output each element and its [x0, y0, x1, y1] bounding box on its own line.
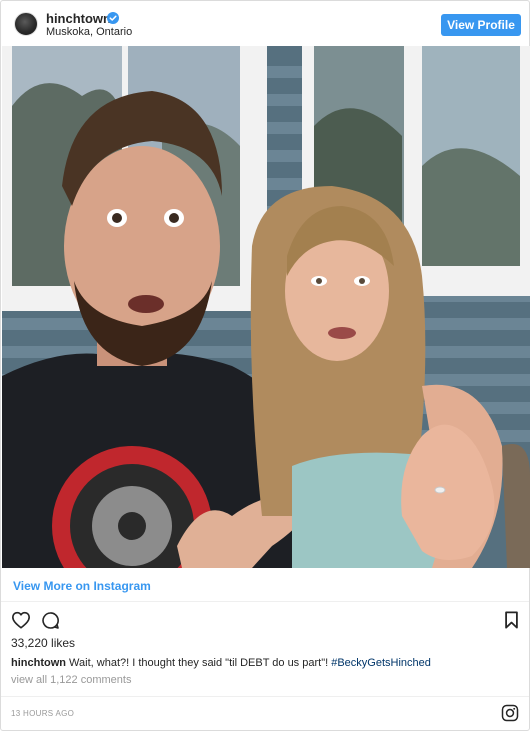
photo-image — [2, 46, 530, 568]
caption-username[interactable]: hinchtown — [11, 657, 66, 669]
view-more-on-instagram-link[interactable]: View More on Instagram — [13, 579, 151, 593]
verified-badge-icon — [107, 12, 119, 24]
view-profile-button[interactable]: View Profile — [441, 14, 521, 36]
post-header: hinchtown Muskoka, Ontario View Profile — [1, 1, 529, 47]
post-photo[interactable] — [2, 46, 530, 568]
caption-text: Wait, what?! I thought they said "til DE… — [66, 657, 332, 669]
instagram-embed-card: hinchtown Muskoka, Ontario View Profile — [0, 0, 530, 731]
caption-hashtag[interactable]: #BeckyGetsHinched — [331, 657, 431, 669]
avatar[interactable] — [14, 12, 38, 36]
likes-count[interactable]: 33,220 likes — [11, 636, 75, 650]
bookmark-icon[interactable] — [504, 611, 519, 629]
instagram-logo-icon[interactable] — [501, 704, 519, 722]
location[interactable]: Muskoka, Ontario — [46, 26, 132, 38]
heart-icon[interactable] — [11, 611, 31, 629]
post-caption: hinchtown Wait, what?! I thought they sa… — [11, 657, 431, 669]
view-all-comments-link[interactable]: view all 1,122 comments — [11, 674, 131, 686]
divider — [1, 601, 529, 602]
divider — [1, 696, 529, 697]
username[interactable]: hinchtown — [46, 11, 111, 26]
comment-icon[interactable] — [41, 611, 60, 630]
post-timestamp[interactable]: 13 HOURS AGO — [11, 709, 74, 718]
